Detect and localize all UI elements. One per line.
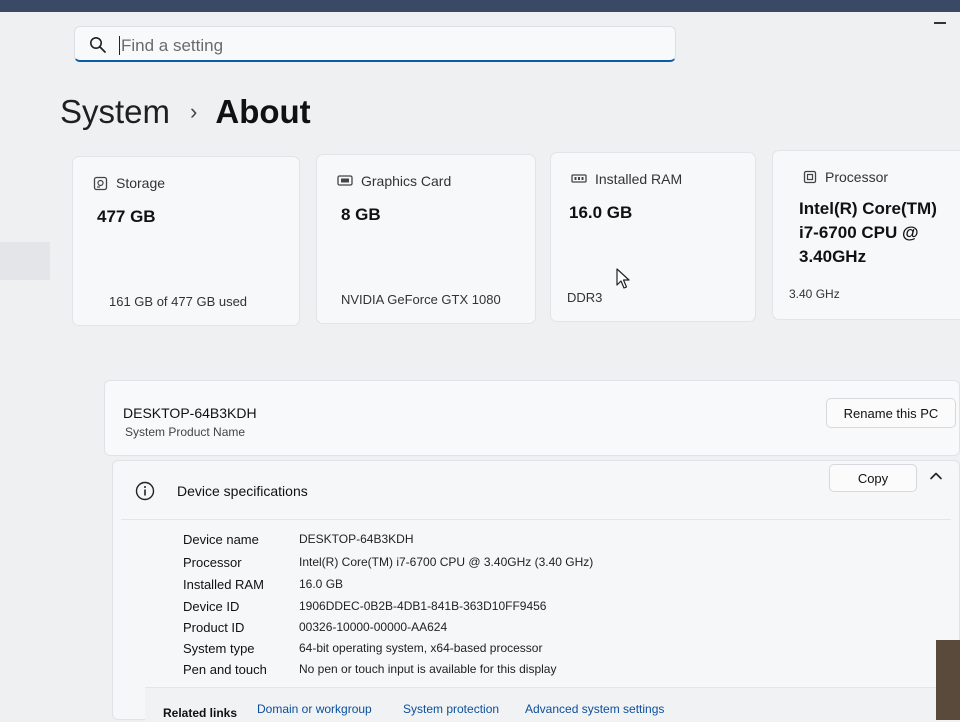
ram-value: 16.0 GB <box>569 203 633 222</box>
info-icon <box>135 481 155 501</box>
breadcrumb-parent[interactable]: System <box>60 93 170 131</box>
spec-value: No pen or touch input is available for t… <box>299 662 557 676</box>
device-specifications-header[interactable]: Device specifications Copy <box>113 461 959 517</box>
card-title: Storage <box>116 175 166 191</box>
minimize-button[interactable] <box>934 22 946 24</box>
card-title: Graphics Card <box>361 173 452 189</box>
breadcrumb: System › About <box>60 90 311 134</box>
graphics-card-card[interactable]: Graphics Card 8 GB NVIDIA GeForce GTX 10… <box>316 154 536 324</box>
link-system-protection[interactable]: System protection <box>403 702 499 716</box>
spec-label: Processor <box>183 555 242 570</box>
spec-row-processor: Processor Intel(R) Core(TM) i7-6700 CPU … <box>121 555 921 577</box>
graphics-detail: NVIDIA GeForce GTX 1080 <box>341 292 501 307</box>
sidebar-item-fragment[interactable] <box>0 242 50 280</box>
spec-label: Pen and touch <box>183 662 267 677</box>
link-domain-or-workgroup[interactable]: Domain or workgroup <box>257 702 372 716</box>
pc-name-panel: DESKTOP-64B3KDH System Product Name Rena… <box>104 380 960 456</box>
related-links-bar: Related links Domain or workgroup System… <box>145 687 960 722</box>
graphics-value: 8 GB <box>341 205 381 224</box>
breadcrumb-separator: › <box>190 99 198 124</box>
hard-drive-icon <box>93 176 108 190</box>
card-header: Graphics Card <box>337 173 451 189</box>
rename-pc-button[interactable]: Rename this PC <box>826 398 956 428</box>
spec-value: 1906DDEC-0B2B-4DB1-841B-363D10FF9456 <box>299 599 547 613</box>
device-specifications-panel: Device specifications Copy Device name D… <box>112 460 960 722</box>
spec-row-device-name: Device name DESKTOP-64B3KDH <box>121 532 921 554</box>
spec-label: Device name <box>183 532 259 547</box>
copy-button[interactable]: Copy <box>829 464 917 492</box>
spec-row-system-type: System type 64-bit operating system, x64… <box>121 641 921 663</box>
spec-value: 00326-10000-00000-AA624 <box>299 620 448 634</box>
ram-detail: DDR3 <box>567 290 603 305</box>
spec-row-product-id: Product ID 00326-10000-00000-AA624 <box>121 620 921 642</box>
processor-line: 3.40GHz <box>799 247 867 266</box>
ram-card[interactable]: Installed RAM 16.0 GB DDR3 <box>550 152 756 322</box>
spec-row-installed-ram: Installed RAM 16.0 GB <box>121 577 921 599</box>
card-title: Processor <box>825 169 889 185</box>
spec-row-pen-and-touch: Pen and touch No pen or touch input is a… <box>121 662 921 684</box>
device-specifications-title: Device specifications <box>177 483 308 499</box>
spec-label: Product ID <box>183 620 245 635</box>
spec-label: System type <box>183 641 255 656</box>
device-specifications-body: Device name DESKTOP-64B3KDH Processor In… <box>121 519 951 680</box>
spec-label: Installed RAM <box>183 577 264 592</box>
processor-value: Intel(R) Core(TM) i7-6700 CPU @ 3.40GHz <box>799 197 960 269</box>
background-edge <box>936 640 960 720</box>
pc-name: DESKTOP-64B3KDH <box>123 405 257 421</box>
ram-icon <box>571 174 587 183</box>
card-header: Installed RAM <box>571 171 682 187</box>
spec-label: Device ID <box>183 599 240 614</box>
spec-value: 16.0 GB <box>299 577 344 591</box>
storage-value: 477 GB <box>97 207 156 226</box>
storage-card[interactable]: Storage 477 GB 161 GB of 477 GB used <box>72 156 300 326</box>
link-advanced-system-settings[interactable]: Advanced system settings <box>525 702 664 716</box>
card-header: Processor <box>803 169 888 185</box>
processor-line: Intel(R) Core(TM) <box>799 199 937 218</box>
related-links-label: Related links <box>163 706 238 720</box>
storage-detail: 161 GB of 477 GB used <box>109 294 248 309</box>
processor-card[interactable]: Processor Intel(R) Core(TM) i7-6700 CPU … <box>772 150 960 320</box>
card-header: Storage <box>93 175 165 191</box>
spec-value: Intel(R) Core(TM) i7-6700 CPU @ 3.40GHz … <box>299 555 594 569</box>
search-input[interactable] <box>119 33 623 59</box>
chevron-up-icon[interactable] <box>929 471 943 481</box>
processor-line: i7-6700 CPU @ <box>799 223 919 242</box>
mouse-cursor-icon <box>616 268 630 289</box>
search-icon <box>90 37 106 53</box>
graphics-card-icon <box>337 175 353 186</box>
card-title: Installed RAM <box>595 171 683 187</box>
search-box[interactable] <box>74 26 676 62</box>
spec-value: DESKTOP-64B3KDH <box>299 532 414 546</box>
processor-detail: 3.40 GHz <box>789 287 840 301</box>
page-title: About <box>215 93 311 130</box>
pc-product-name: System Product Name <box>125 425 246 439</box>
spec-row-device-id: Device ID 1906DDEC-0B2B-4DB1-841B-363D10… <box>121 599 921 621</box>
spec-value: 64-bit operating system, x64-based proce… <box>299 641 543 655</box>
processor-icon <box>803 170 817 184</box>
